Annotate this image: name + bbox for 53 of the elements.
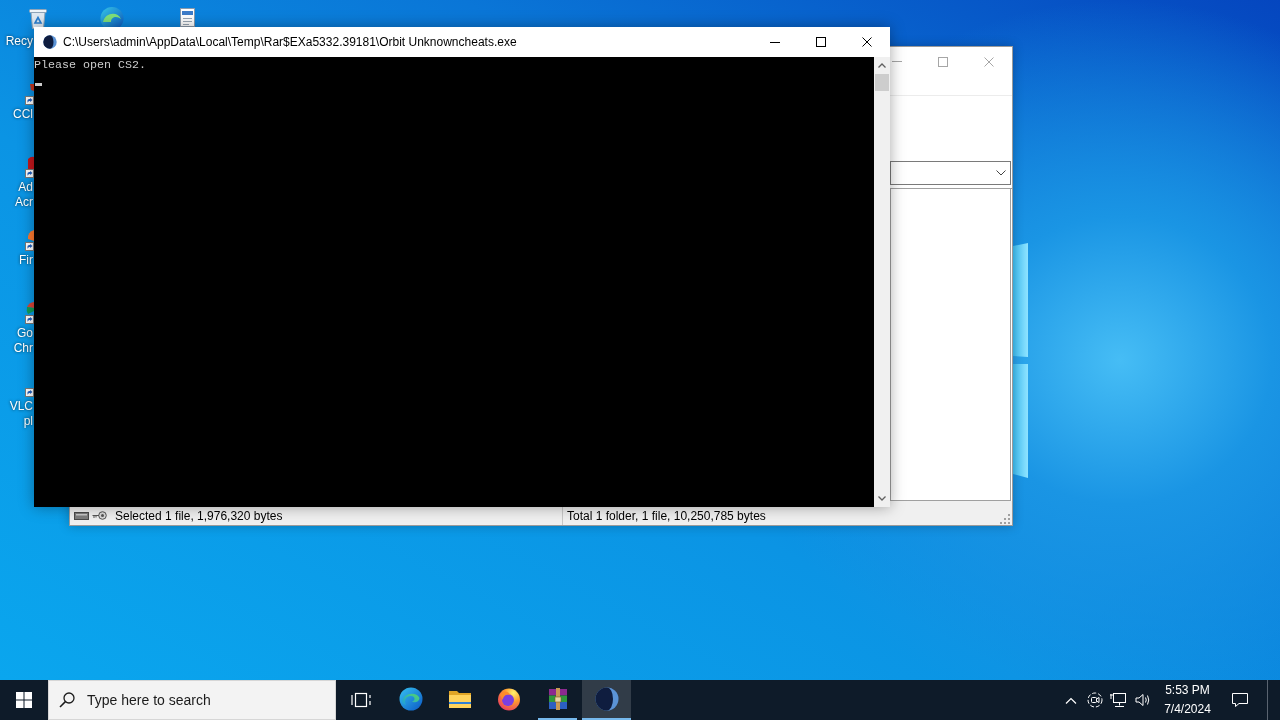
shortcut-icon[interactable]: [25, 302, 34, 324]
document-icon[interactable]: [180, 8, 195, 27]
shortcut-icon[interactable]: [25, 229, 34, 251]
icon-label: CCl: [13, 107, 33, 122]
maximize-icon: [816, 37, 826, 47]
half-moon-icon: [43, 35, 57, 49]
camera-icon: [1087, 692, 1103, 708]
icon-label: Recy: [5, 34, 33, 49]
minimize-icon: [892, 61, 902, 62]
task-view-icon: [350, 691, 371, 709]
search-icon: [59, 692, 75, 708]
minimize-icon: [770, 41, 780, 43]
console-text: Please open CS2.: [34, 57, 146, 73]
network-icon: [1110, 692, 1128, 708]
shortcut-icon[interactable]: [25, 156, 34, 178]
drive-icon: [74, 511, 89, 520]
resize-grip-icon[interactable]: [1000, 513, 1010, 524]
recycle-bin-icon[interactable]: [28, 8, 48, 29]
text-cursor: [35, 83, 42, 86]
windows-logo-icon: [16, 692, 32, 708]
maximize-icon: [938, 56, 948, 67]
taskbar-app-button[interactable]: [582, 680, 631, 720]
speech-bubble-icon: [1231, 692, 1249, 708]
chevron-up-icon: [1065, 696, 1077, 704]
icon-label: Go: [17, 326, 33, 341]
icon-label: VLC: [9, 399, 33, 414]
search-field[interactable]: Type here to search: [48, 680, 336, 720]
browser-icon: [398, 687, 423, 711]
clock-button[interactable]: 5:53 PM 7/4/2024: [1155, 680, 1220, 720]
icon-label: pl: [23, 414, 33, 429]
window-title: C:\Users\admin\AppData\Local\Temp\Rar$EXa5332.39181\Orbit Unknowncheats.exe: [63, 34, 517, 51]
close-icon: [862, 37, 872, 47]
globe-icon: [496, 687, 521, 711]
icon-label: Ad: [18, 180, 33, 195]
status-text: Selected 1 file, 1,976,320 bytes: [115, 507, 283, 525]
half-moon-icon: [594, 687, 619, 711]
shortcut-icon[interactable]: [25, 83, 34, 105]
running-indicator: [582, 718, 631, 720]
icon-label: Acr: [15, 195, 33, 210]
key-icon: [92, 511, 107, 520]
speaker-icon: [1135, 693, 1151, 707]
running-indicator: [538, 718, 577, 720]
close-icon: [984, 56, 994, 67]
icon-label: Chr: [13, 341, 33, 356]
vertical-scrollbar[interactable]: [874, 57, 890, 507]
chevron-down-icon: [996, 170, 1006, 176]
chevron-up-icon: [878, 63, 886, 68]
icon-label: Fir: [19, 253, 33, 268]
chevron-down-icon: [878, 496, 886, 501]
status-text: Total 1 folder, 1 file, 10,250,785 bytes: [567, 507, 766, 525]
address-combobox[interactable]: [890, 161, 1011, 185]
folder-icon: [447, 689, 472, 709]
scrollbar-thumb[interactable]: [875, 74, 889, 91]
